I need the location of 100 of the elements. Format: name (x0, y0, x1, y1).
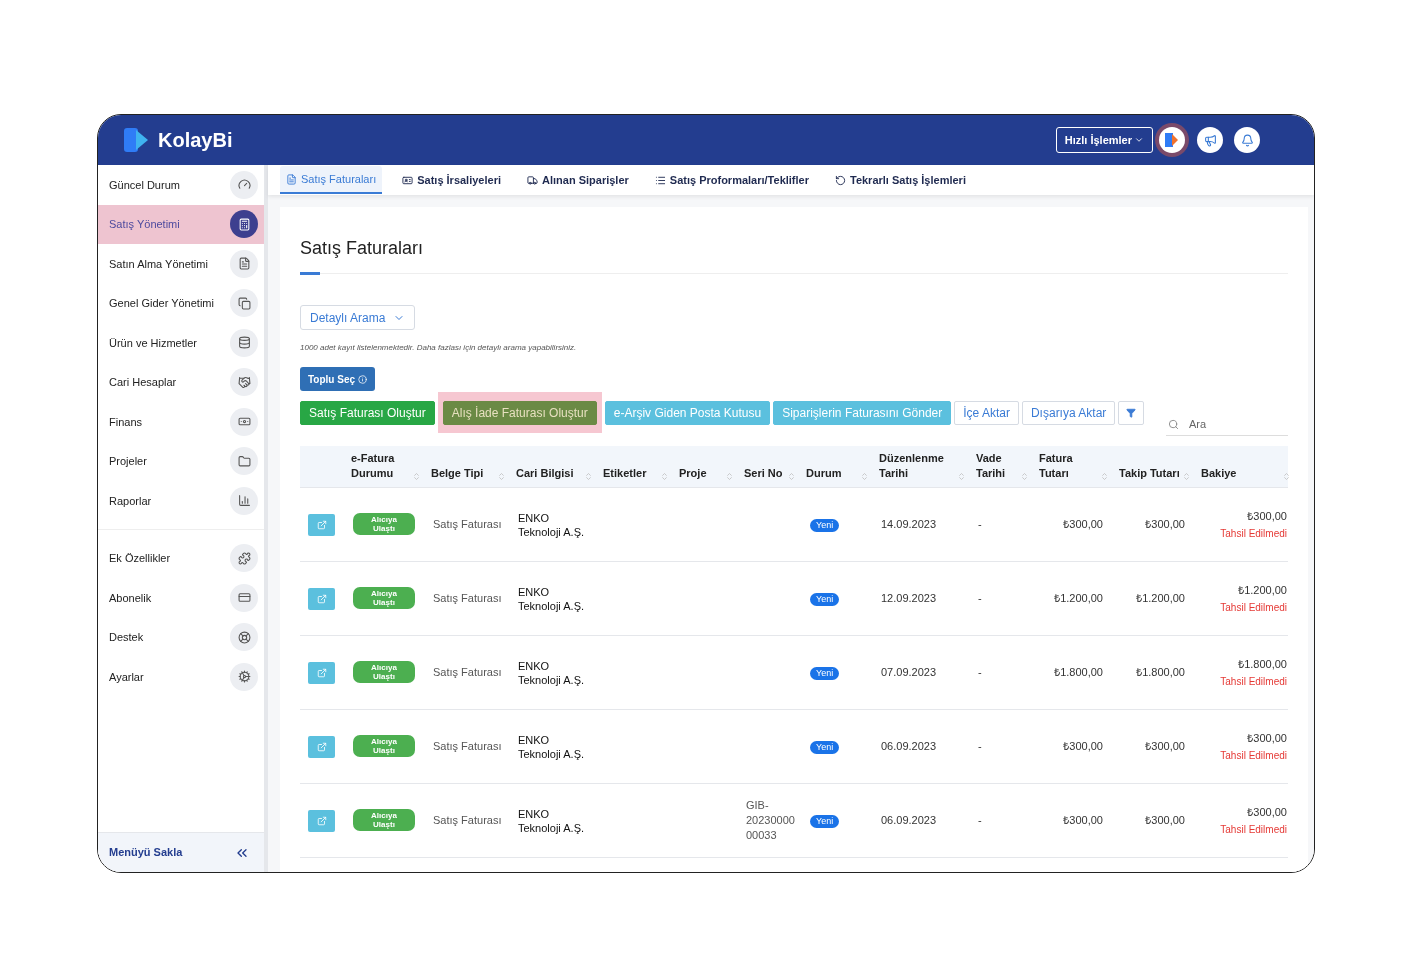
sort-icon[interactable] (1100, 472, 1109, 481)
lifebuoy-icon (230, 623, 258, 652)
sidebar-item[interactable]: Raporlar (98, 481, 264, 521)
copy-icon (230, 289, 258, 318)
column-header: Düzenlenme Tarihi (879, 451, 945, 481)
table-cell: ₺300,00 (1063, 814, 1103, 827)
open-button[interactable] (308, 513, 335, 536)
page-title: Satış Faturaları (300, 237, 425, 260)
table-cell: ₺300,00 (1145, 814, 1185, 827)
sidebar-item[interactable]: Finans (98, 402, 264, 442)
tab[interactable]: Tekrarlı Satış İşlemleri (829, 166, 972, 194)
detailed-search-dropdown[interactable]: Detaylı Arama (300, 305, 416, 330)
table-cell-text: ₺300,00 (1247, 804, 1287, 820)
column-header: Cari Bilgisi (516, 466, 574, 481)
sort-icon[interactable] (412, 472, 421, 481)
open-button[interactable] (308, 735, 335, 758)
sort-icon[interactable] (725, 472, 734, 481)
credit-card-icon (230, 583, 258, 612)
external-link-icon (316, 741, 327, 752)
bulk-select-button[interactable]: Toplu Seç (300, 367, 376, 391)
filter-button[interactable] (1118, 400, 1145, 425)
open-button[interactable] (308, 661, 335, 684)
quick-actions-button[interactable]: Hızlı İşlemler (1055, 127, 1153, 153)
search-field[interactable]: Ara (1189, 416, 1279, 433)
hide-menu-button[interactable]: Menüyü Sakla (98, 832, 264, 872)
table-cell: - (978, 592, 982, 605)
table-cell: ENKO Teknoloji A.Ş. (518, 510, 586, 539)
sort-icon[interactable] (957, 472, 966, 481)
table-cell: Satış Faturası (433, 814, 502, 827)
payment-status: Tahsil Edilmedi (1220, 749, 1287, 764)
table-cell: ₺300,00 (1063, 518, 1103, 531)
tab[interactable]: Satış İrsaliyeleri (396, 166, 507, 194)
sort-icon[interactable] (1182, 472, 1191, 481)
sort-icon[interactable] (1282, 472, 1291, 481)
sidebar-item[interactable]: Satış Yönetimi (98, 204, 264, 244)
action-button[interactable]: İçe Aktar (954, 400, 1019, 425)
caret-icon (1134, 135, 1144, 145)
sidebar-item[interactable]: Ayarlar (98, 657, 264, 697)
sort-icon[interactable] (497, 472, 506, 481)
table-cell: ₺1.200,00 (1136, 592, 1185, 605)
status-badge: Alıcıya Ulaştı (353, 513, 415, 536)
status-badge: Yeni (810, 741, 840, 755)
external-link-icon (316, 593, 327, 604)
payment-status: Tahsil Edilmedi (1220, 675, 1287, 690)
folder-icon (230, 447, 258, 476)
table-cell: Satış Faturası (433, 518, 502, 531)
table-cell-text: ₺1.800,00 (1238, 656, 1287, 672)
info-icon (358, 374, 368, 384)
sort-icon[interactable] (1020, 472, 1029, 481)
tab[interactable]: Alınan Siparişler (521, 166, 635, 194)
action-button[interactable]: Dışarıya Aktar (1021, 400, 1116, 425)
sidebar-item[interactable]: Genel Gider Yönetimi (98, 283, 264, 323)
bar-chart-icon (230, 486, 258, 515)
gears-icon (230, 662, 258, 691)
sidebar-item[interactable]: Destek (98, 617, 264, 657)
open-button[interactable] (308, 809, 335, 832)
status-badge: Yeni (810, 667, 840, 681)
external-link-icon (316, 815, 327, 826)
table-cell: - (978, 518, 982, 531)
sort-icon[interactable] (584, 472, 593, 481)
database-icon (230, 328, 258, 357)
open-button[interactable] (308, 587, 335, 610)
table-cell: 06.09.2023 (881, 740, 937, 753)
table-cell: Satış Faturası (433, 592, 502, 605)
sidebar-item[interactable]: Ek Özellikler (98, 538, 264, 578)
avatar-icon[interactable] (1159, 127, 1185, 153)
sort-icon[interactable] (660, 472, 669, 481)
status-badge: Alıcıya Ulaştı (353, 587, 415, 610)
column-header: Vade Tarihi (976, 451, 1007, 481)
table-cell: ENKO Teknoloji A.Ş. (518, 658, 586, 687)
bell-icon[interactable] (1234, 127, 1260, 153)
status-badge: Alıcıya Ulaştı (353, 661, 415, 684)
column-header: Durum (806, 466, 842, 481)
handshake-icon (230, 368, 258, 397)
column-header: Etiketler (603, 466, 647, 481)
logo-text: KolayBi (158, 128, 233, 153)
search-icon (1168, 419, 1179, 430)
table-cell-text: ₺1.200,00 (1238, 582, 1287, 598)
sidebar-item[interactable]: Ürün ve Hizmetler (98, 323, 264, 363)
sidebar-item[interactable]: Abonelik (98, 578, 264, 618)
truck-icon (527, 174, 538, 186)
sort-icon[interactable] (860, 472, 869, 481)
sidebar-item[interactable]: Cari Hesaplar (98, 362, 264, 402)
calculator-icon (230, 210, 258, 239)
sort-icon[interactable] (787, 472, 796, 481)
tab[interactable]: Satış Proformaları/Teklifler (648, 166, 815, 194)
table-cell-text: ₺300,00 (1247, 508, 1287, 524)
column-header: e-Fatura Durumu (351, 451, 396, 481)
document-icon (230, 249, 258, 278)
column-header: Belge Tipi (431, 466, 484, 481)
banknote-icon (230, 407, 258, 436)
sidebar-item[interactable]: Güncel Durum (98, 165, 264, 205)
table-cell: ₺300,00 (1145, 740, 1185, 753)
megaphone-icon[interactable] (1197, 127, 1223, 153)
column-header: Takip Tutarı (1119, 466, 1180, 481)
sidebar-item[interactable]: Satın Alma Yönetimi (98, 244, 264, 284)
sidebar-item[interactable]: Projeler (98, 441, 264, 481)
table-cell: ₺1.800,00 (1136, 666, 1185, 679)
payment-status: Tahsil Edilmedi (1220, 601, 1287, 616)
tab[interactable]: Satış Faturaları (280, 166, 383, 194)
